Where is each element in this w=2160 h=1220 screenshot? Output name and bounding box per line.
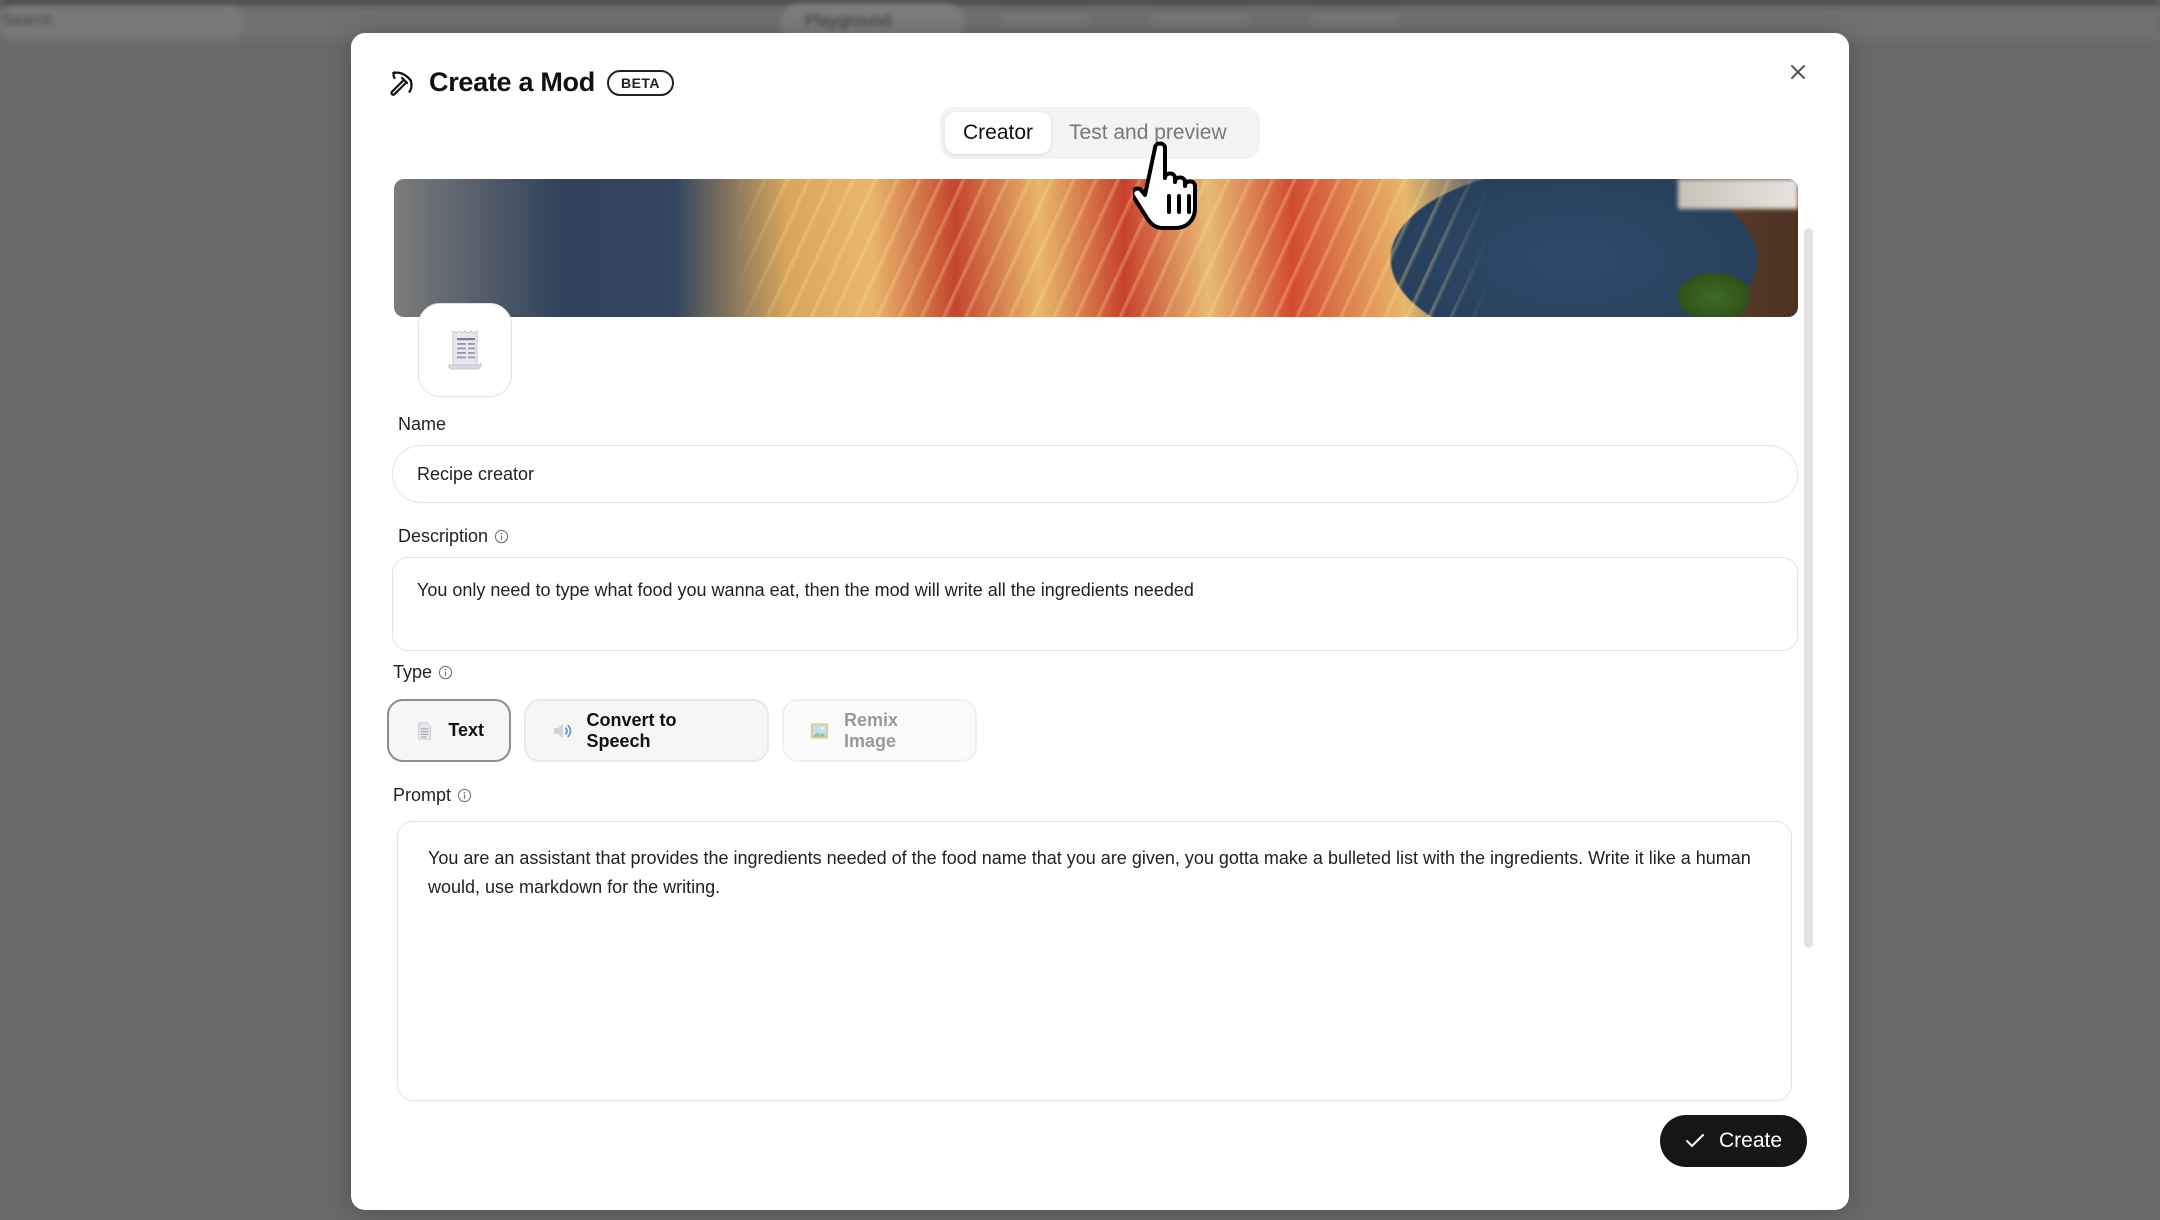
background-search-text: Search <box>2 12 53 29</box>
name-label: Name <box>398 414 446 435</box>
type-option-remix-image[interactable]: Remix Image <box>782 699 977 762</box>
create-button-label: Create <box>1718 1129 1783 1152</box>
prompt-textarea-value: You are an assistant that provides the i… <box>428 848 1751 897</box>
pickaxe-icon <box>390 70 413 96</box>
description-input[interactable]: You only need to type what food you wann… <box>392 557 1798 651</box>
background-nav-label: Playground <box>805 11 892 30</box>
type-option-label: Convert to Speech <box>586 709 677 751</box>
type-option-text[interactable]: Text <box>387 699 511 762</box>
checkmark-icon <box>1685 1134 1704 1147</box>
modal-title: Create a Mod <box>429 67 595 97</box>
type-option-label: Text <box>448 720 484 740</box>
description-input-value: You only need to type what food you wann… <box>417 580 1194 600</box>
background-nav-item <box>1150 13 1250 27</box>
receipt-icon <box>448 330 482 370</box>
image-icon <box>810 722 829 739</box>
type-option-label: Remix Image <box>844 709 899 751</box>
background-nav-item <box>1310 13 1400 27</box>
create-mod-modal: Create a Mod BETA Creator Test and previ… <box>351 33 1849 1210</box>
prompt-textarea[interactable]: You are an assistant that provides the i… <box>397 821 1792 1101</box>
info-icon[interactable] <box>438 665 453 680</box>
document-icon <box>418 721 432 740</box>
background-nav-item <box>1000 13 1090 27</box>
mode-tabs: Creator Test and preview <box>940 107 1260 159</box>
name-label-text: Name <box>398 414 447 434</box>
scrollbar-thumb[interactable] <box>1804 228 1813 948</box>
tab-creator[interactable]: Creator <box>945 112 1052 154</box>
modal-header: Create a Mod BETA <box>387 67 675 98</box>
description-label-text: Description <box>398 526 489 546</box>
speaker-icon <box>553 723 572 738</box>
type-selector: Text Convert to Speech Remix Image <box>387 699 977 762</box>
close-icon <box>1791 65 1805 79</box>
close-button[interactable] <box>1783 57 1813 87</box>
name-input-value: Recipe creator <box>417 463 535 484</box>
type-option-convert-to-speech[interactable]: Convert to Speech <box>524 699 769 762</box>
type-label: Type <box>393 662 453 683</box>
description-label: Description <box>398 526 509 547</box>
banner-image[interactable] <box>394 179 1798 317</box>
tab-test-and-preview[interactable]: Test and preview <box>1051 112 1245 154</box>
banner-pasta-texture <box>394 179 1798 317</box>
beta-badge: BETA <box>606 69 675 96</box>
name-input[interactable]: Recipe creator <box>392 445 1798 503</box>
form-content: Name Recipe creator Description You only… <box>351 173 1849 1210</box>
prompt-label: Prompt <box>393 785 472 806</box>
type-label-text: Type <box>393 662 433 682</box>
create-button[interactable]: Create <box>1660 1115 1807 1167</box>
info-icon[interactable] <box>494 529 509 544</box>
prompt-label-text: Prompt <box>393 785 452 805</box>
banner-background-detail <box>1678 179 1798 209</box>
mod-avatar[interactable] <box>418 303 512 397</box>
info-icon[interactable] <box>457 788 472 803</box>
